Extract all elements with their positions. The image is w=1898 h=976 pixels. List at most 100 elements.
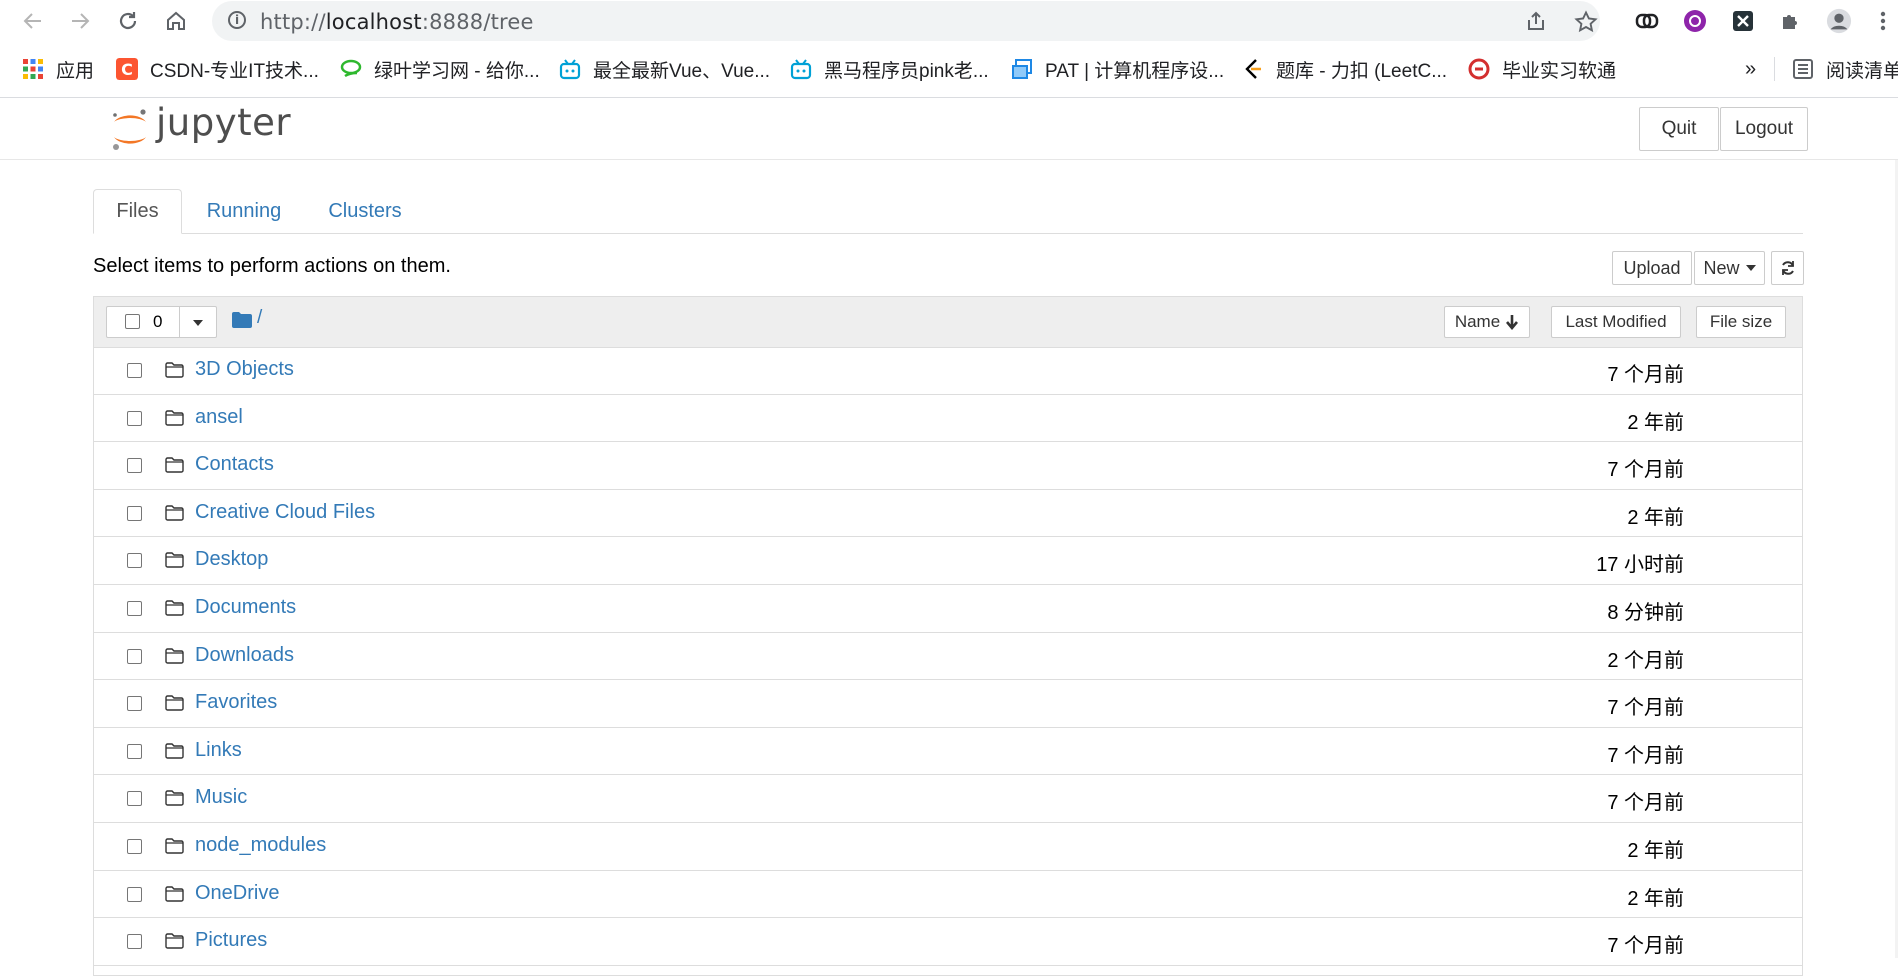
bookmark-csdn[interactable]: C CSDN-专业IT技术... [116,57,319,82]
file-name-link[interactable]: Documents [195,596,296,619]
file-row[interactable]: Contacts 7 个月前 [94,442,1802,490]
arrow-right-icon [72,13,90,29]
tab-clusters[interactable]: Clusters [318,189,412,234]
file-name-link[interactable]: Desktop [195,548,268,571]
breadcrumb-root[interactable]: / [257,307,262,329]
file-row[interactable]: Music 7 个月前 [94,775,1802,823]
bookmark-vue-bilibili[interactable]: 最全最新Vue、Vue... [559,57,770,82]
select-all-checkbox[interactable] [125,314,140,329]
folder-icon [165,600,184,616]
jupyter-logo-icon[interactable] [110,107,150,151]
new-dropdown-button[interactable]: New [1694,251,1765,285]
row-checkbox[interactable] [127,791,142,807]
file-row[interactable]: node_modules 2 年前 [94,823,1802,871]
row-checkbox[interactable] [127,934,142,950]
row-checkbox[interactable] [127,505,142,521]
address-bar[interactable]: i http://localhost:8888/tree [212,1,1600,41]
back-button[interactable] [18,6,48,36]
row-checkbox[interactable] [127,458,142,474]
row-checkbox[interactable] [127,363,142,378]
file-name-link[interactable]: 3D Objects [195,358,294,381]
row-checkbox[interactable] [127,601,142,616]
file-name-link[interactable]: ansel [195,406,243,429]
reload-icon [119,12,137,30]
bookmark-leetcode[interactable]: 题库 - 力扣 (LeetC... [1242,57,1447,82]
file-name-link[interactable]: Favorites [195,691,277,714]
extension-purple-icon[interactable] [1682,8,1708,34]
file-name-link[interactable]: Downloads [195,644,294,667]
reading-list-button[interactable]: 阅读清单 [1792,57,1898,82]
row-checkbox[interactable] [127,839,142,854]
refresh-button[interactable] [1771,251,1804,285]
file-name-link[interactable]: Music [195,786,247,809]
url-text[interactable]: http://localhost:8888/tree [260,10,534,34]
file-row[interactable]: OneDrive 2 年前 [94,871,1802,919]
row-checkbox[interactable] [127,553,142,569]
logout-button[interactable]: Logout [1720,107,1808,151]
sort-by-name-button[interactable]: Name [1444,306,1530,338]
bookmark-pat[interactable]: PAT | 计算机程序设... [1011,57,1224,82]
folder-solid-icon[interactable] [232,312,252,328]
selected-count: 0 [153,312,163,331]
file-row[interactable]: Creative Cloud Files 2 年前 [94,490,1802,538]
bookmark-star-icon[interactable] [1573,9,1599,35]
bookmark-pink-bilibili[interactable]: 黑马程序员pink老... [790,57,989,82]
svg-text:C: C [121,60,133,79]
file-row[interactable]: Links 7 个月前 [94,728,1802,776]
tab-running[interactable]: Running [199,189,289,234]
bilibili-icon [790,59,812,80]
file-row[interactable]: Documents 8 分钟前 [94,585,1802,633]
file-row[interactable]: Desktop 17 小时前 [94,537,1802,585]
profile-avatar-icon[interactable] [1826,8,1852,34]
file-row[interactable]: 3D Objects 7 个月前 [94,347,1802,395]
file-name-link[interactable]: Contacts [195,453,274,476]
row-checkbox[interactable] [127,743,142,759]
row-checkbox[interactable] [127,410,142,426]
reload-button[interactable] [113,6,143,36]
row-checkbox[interactable] [127,696,142,712]
file-modified: 17 小时前 [1596,554,1684,577]
file-list-header: 0 / Name Last Modified File size [94,297,1802,348]
bookmark-apps[interactable]: 应用 [22,57,94,82]
file-name-link[interactable]: node_modules [195,834,326,857]
sort-by-size-button[interactable]: File size [1696,306,1786,338]
selection-menu-caret-icon[interactable] [193,320,203,326]
file-name-link[interactable]: OneDrive [195,882,279,905]
home-button[interactable] [161,6,191,36]
bookmark-leaf[interactable]: 绿叶学习网 - 给你... [340,57,540,82]
row-checkbox[interactable] [127,886,142,902]
file-row[interactable]: Favorites 7 个月前 [94,680,1802,728]
info-icon[interactable]: i [228,11,246,29]
file-list: 0 / Name Last Modified File size 3D Obje… [93,296,1803,976]
file-name-link[interactable]: Pictures [195,929,267,952]
home-icon [167,11,185,30]
tab-files[interactable]: Files [93,189,182,234]
browser-menu-icon[interactable] [1870,8,1896,34]
apps-grid-icon [23,59,43,79]
file-name-link[interactable]: Links [195,739,242,762]
file-row[interactable]: ansel 2 年前 [94,395,1802,443]
file-row[interactable]: Downloads 2 个月前 [94,633,1802,681]
file-name-link[interactable]: Creative Cloud Files [195,501,375,524]
share-icon[interactable] [1523,9,1549,35]
file-row[interactable]: Pictures 7 个月前 [94,918,1802,966]
folder-icon [165,885,184,902]
extension-link-icon[interactable] [1634,8,1660,34]
bookmarks-bar: 应用 C CSDN-专业IT技术... 绿叶学习网 - 给你... 最全最新Vu… [0,49,1898,89]
sort-by-modified-button[interactable]: Last Modified [1551,306,1681,338]
bookmarks-more-button[interactable]: » [1745,57,1756,81]
bookmark-softstone[interactable]: 毕业实习软通 [1468,57,1616,82]
row-checkbox[interactable] [127,648,142,664]
extension-x-icon[interactable] [1730,8,1756,34]
reading-list-icon [1793,59,1813,79]
jupyter-logo-text[interactable]: jupyter [156,101,291,144]
csdn-icon: C [116,58,138,80]
file-modified: 2 年前 [1627,840,1684,862]
extensions-puzzle-icon[interactable] [1778,8,1804,34]
folder-icon [165,552,184,569]
upload-button[interactable]: Upload [1612,251,1692,285]
folder-icon [165,457,184,473]
quit-button[interactable]: Quit [1639,107,1719,151]
softstone-icon [1468,58,1490,80]
forward-button[interactable] [65,6,95,36]
